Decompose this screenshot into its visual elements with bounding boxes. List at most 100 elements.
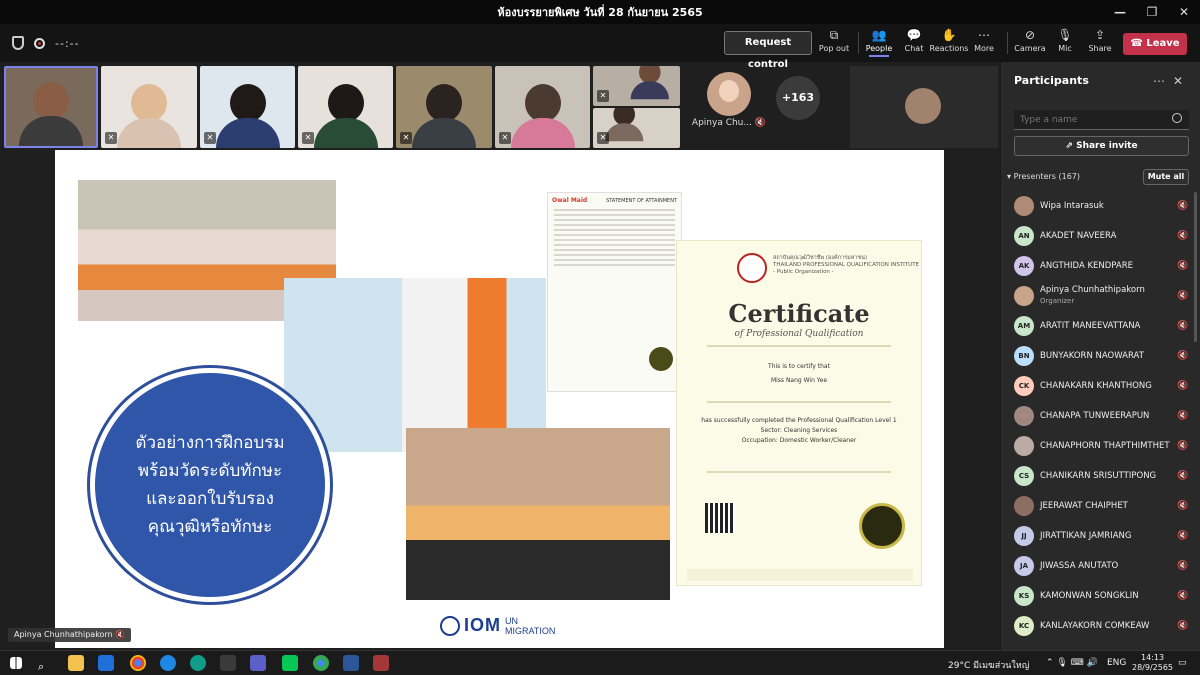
mic-off-icon: 🔇 — [1177, 321, 1189, 331]
participant-name: Apinya Chunhathipakorn — [1040, 285, 1145, 295]
language-indicator[interactable]: ENG — [1107, 658, 1126, 668]
video-tile[interactable]: ✕ — [298, 66, 393, 148]
video-tile[interactable]: ✕ — [593, 108, 680, 148]
video-tile-active-speaker[interactable] — [4, 66, 98, 148]
app-icon[interactable] — [220, 655, 236, 671]
more-button[interactable]: ⋯ More — [964, 28, 1004, 53]
leave-button[interactable]: ☎ Leave — [1123, 33, 1187, 55]
file-explorer-icon[interactable] — [68, 655, 84, 671]
pop-out-label: Pop out — [818, 44, 850, 53]
caption-line: พร้อมวัดระดับทักษะ — [137, 461, 283, 481]
iom-text: IOM — [464, 615, 501, 635]
mute-all-button[interactable]: Mute all — [1143, 169, 1189, 185]
avatar: KS — [1014, 586, 1034, 606]
search-input[interactable] — [1014, 110, 1189, 130]
close-window-button[interactable]: ✕ — [1168, 0, 1200, 24]
reactions-button[interactable]: ✋ Reactions — [929, 28, 969, 53]
video-tile[interactable]: ✕ — [593, 66, 680, 106]
participant-row[interactable]: JEERAWAT CHAIPHET 🔇 — [1001, 492, 1197, 522]
maximize-button[interactable]: ❐ — [1136, 0, 1168, 24]
chrome-icon[interactable] — [130, 655, 146, 671]
share-invite-button[interactable]: ⇗ Share invite — [1014, 136, 1189, 156]
avatar: CK — [1014, 376, 1034, 396]
participant-row[interactable]: AN AKADET NAVEERA 🔇 — [1001, 222, 1197, 252]
mic-off-icon: 🔇 — [1177, 291, 1189, 301]
meeting-timer: --:-- — [55, 36, 80, 50]
participant-row[interactable]: KS KAMONWAN SONGKLIN 🔇 — [1001, 582, 1197, 612]
mic-off-icon: 🔇 — [1177, 261, 1189, 271]
word-icon[interactable] — [343, 655, 359, 671]
participant-row[interactable]: JA JIWASSA ANUTATO 🔇 — [1001, 552, 1197, 582]
search-icon[interactable]: ⌕ — [38, 655, 54, 673]
participant-row[interactable]: JJ JIRATTIKAN JAMRIANG 🔇 — [1001, 522, 1197, 552]
participant-row[interactable]: AM ARATIT MANEEVATTANA 🔇 — [1001, 312, 1197, 342]
request-control-button[interactable]: Request control — [724, 31, 812, 70]
access-icon[interactable] — [373, 655, 389, 671]
internet-explorer-icon[interactable] — [160, 655, 176, 671]
mic-off-icon: 🔇 — [1177, 201, 1189, 211]
mic-off-icon: ✕ — [597, 90, 609, 102]
sector-text: Sector: Cleaning Services — [760, 427, 838, 434]
mic-label: Mic — [1058, 44, 1072, 53]
participant-row[interactable]: CS CHANIKARN SRISUTTIPONG 🔇 — [1001, 462, 1197, 492]
more-options-icon[interactable]: ⋯ — [1153, 74, 1165, 88]
certificate: สถาบันคุณวุฒิวิชาชีพ (องค์การมหาชน) THAI… — [676, 240, 922, 586]
video-tile[interactable]: ✕ — [396, 66, 492, 148]
mic-button[interactable]: 🎙 Mic — [1045, 28, 1085, 53]
un-text: UN — [505, 615, 518, 626]
mic-off-icon: 🔇 — [1177, 561, 1189, 571]
line-icon[interactable] — [282, 655, 298, 671]
participant-video — [510, 84, 575, 148]
participant-row[interactable]: CHANAPHORN THAPTHIMTHET 🔇 — [1001, 432, 1197, 462]
weather[interactable]: 29°C มีเมฆส่วนใหญ่ — [948, 658, 1029, 672]
avatar-tile[interactable]: Apinya Chu... 🔇 — [690, 66, 768, 128]
notifications-icon[interactable]: ▭ — [1178, 658, 1187, 668]
mic-off-icon: 🔇 — [1177, 381, 1189, 391]
share-link-icon: ⇗ — [1065, 141, 1077, 151]
participant-video — [215, 84, 280, 148]
windows-start-icon[interactable] — [10, 657, 22, 669]
video-tile[interactable]: ✕ — [101, 66, 197, 148]
camera-button[interactable]: ⊘ Camera — [1010, 28, 1050, 53]
training-photo — [284, 278, 546, 452]
participant-name: CHANAPA TUNWEERAPUN — [1040, 411, 1150, 421]
chat-button[interactable]: 💬 Chat — [894, 28, 934, 53]
close-icon[interactable]: ✕ — [1173, 74, 1183, 88]
people-button[interactable]: 👥 People — [859, 28, 899, 57]
participant-name: AKADET NAVEERA — [1040, 231, 1117, 241]
avatar — [1014, 406, 1034, 426]
scrollbar[interactable] — [1194, 192, 1197, 342]
pop-out-button[interactable]: ⧉ Pop out — [814, 28, 854, 53]
tray-icons[interactable]: ⌃ 🎙 ⌨ 🔊 — [1046, 658, 1098, 668]
edge-icon[interactable] — [190, 655, 206, 671]
leave-label: Leave — [1146, 38, 1180, 49]
participant-row[interactable]: AK ANGTHIDA KENDPARE 🔇 — [1001, 252, 1197, 282]
globe-icon — [440, 615, 460, 636]
minimize-button[interactable]: — — [1104, 0, 1136, 24]
certificate-subtitle: of Professional Qualification — [734, 329, 864, 339]
reactions-label: Reactions — [929, 44, 969, 53]
caption-circle: ตัวอย่างการฝึกอบรม พร้อมวัดระดับทักษะ แล… — [87, 365, 333, 605]
avatar: JJ — [1014, 526, 1034, 546]
clock-date: 28/9/2565 — [1132, 663, 1174, 672]
teams-icon[interactable] — [250, 655, 266, 671]
video-tile[interactable]: ✕ — [495, 66, 590, 148]
mail-icon[interactable] — [98, 655, 114, 671]
chrome-icon[interactable] — [313, 655, 329, 671]
participant-row[interactable]: BN BUNYAKORN NAOWARAT 🔇 — [1001, 342, 1197, 372]
participant-row[interactable]: Wipa Intarasuk 🔇 — [1001, 192, 1197, 222]
mic-off-icon: ✕ — [499, 132, 511, 144]
video-tile[interactable]: ✕ — [200, 66, 295, 148]
participant-video — [630, 66, 669, 100]
clock[interactable]: 14:13 28/9/2565 — [1132, 653, 1173, 673]
participant-row[interactable]: Apinya Chunhathipakorn Organizer 🔇 — [1001, 282, 1197, 312]
participant-row[interactable]: KC KANLAYAKORN COMKEAW 🔇 — [1001, 612, 1197, 642]
caption-line: คุณวุฒิหรือทักษะ — [147, 517, 273, 537]
more-participants-button[interactable]: +163 — [776, 76, 820, 120]
mic-off-icon: 🔇 — [1177, 411, 1189, 421]
share-button[interactable]: ⇪ Share — [1080, 28, 1120, 53]
presenters-header[interactable]: ▾ Presenters (167) — [1007, 172, 1080, 181]
participant-row[interactable]: CK CHANAKARN KHANTHONG 🔇 — [1001, 372, 1197, 402]
participant-row[interactable]: CHANAPA TUNWEERAPUN 🔇 — [1001, 402, 1197, 432]
video-tile-avatar[interactable] — [850, 66, 998, 148]
